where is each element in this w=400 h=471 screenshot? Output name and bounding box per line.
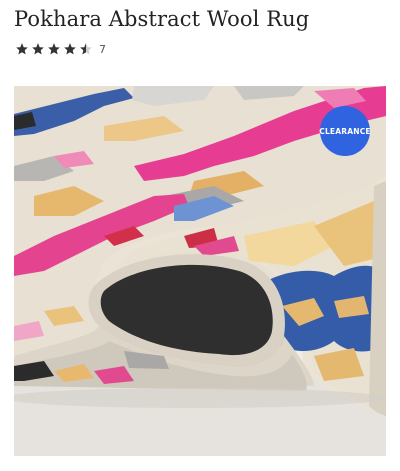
product-rating[interactable]: 7 [15,42,106,56]
star-icon [32,43,44,55]
star-icon [48,43,60,55]
product-title: Pokhara Abstract Wool Rug [14,7,310,31]
star-icon [16,43,28,55]
half-star-icon [80,43,92,55]
star-icon [64,43,76,55]
review-count[interactable]: 7 [99,43,106,56]
clearance-badge: CLEARANCE [319,106,371,156]
